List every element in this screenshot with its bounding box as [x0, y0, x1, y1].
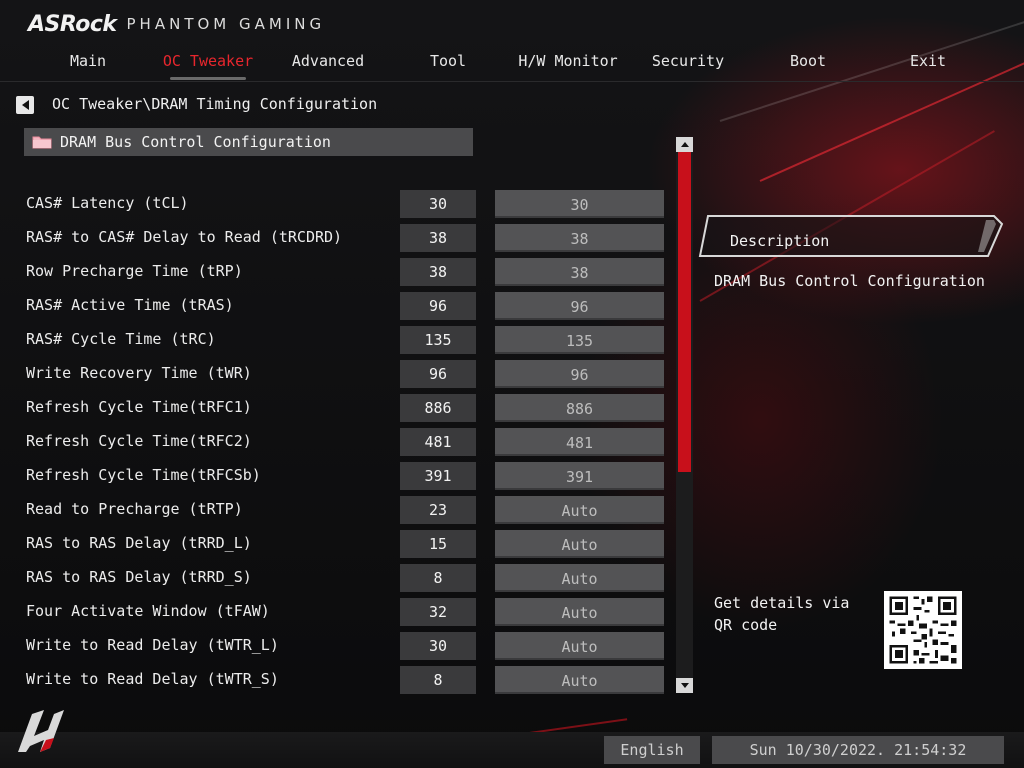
list-item: Write Recovery Time (tWR) 96 96	[0, 360, 680, 390]
list-item: RAS to RAS Delay (tRRD_S) 8 Auto	[0, 564, 680, 594]
folder-icon	[32, 136, 52, 149]
list-item: Read to Precharge (tRTP) 23 Auto	[0, 496, 680, 526]
tab-security[interactable]: Security	[628, 44, 748, 82]
breadcrumb: OC Tweaker\DRAM Timing Configuration	[52, 95, 378, 113]
qr-caption: Get details via QR code	[714, 594, 850, 634]
arrow-down-icon	[680, 683, 689, 688]
tab-boot[interactable]: Boot	[748, 44, 868, 82]
list-item: Write to Read Delay (tWTR_L) 30 Auto	[0, 632, 680, 662]
setting-value[interactable]: Auto	[495, 496, 664, 524]
row-label: Refresh Cycle Time(tRFCSb)	[26, 466, 261, 484]
phantom-gaming-logo-icon	[18, 710, 64, 752]
tab-oc-tweaker[interactable]: OC Tweaker	[148, 44, 268, 82]
setting-value[interactable]: 38	[495, 224, 664, 252]
arrow-up-icon	[680, 142, 689, 147]
current-value: 8	[400, 666, 476, 694]
current-value: 96	[400, 292, 476, 320]
section-dram-bus-control[interactable]: DRAM Bus Control Configuration	[24, 128, 473, 156]
current-value: 15	[400, 530, 476, 558]
current-value: 391	[400, 462, 476, 490]
qr-code-icon	[884, 591, 962, 669]
list-item: Write to Read Delay (tWTR_S) 8 Auto	[0, 666, 680, 696]
top-nav-tabs: Main OC Tweaker Advanced Tool H/W Monito…	[28, 44, 988, 82]
row-label: RAS# to CAS# Delay to Read (tRCDRD)	[26, 228, 343, 246]
setting-value[interactable]: 886	[495, 394, 664, 422]
row-label: Read to Precharge (tRTP)	[26, 500, 243, 518]
current-value: 38	[400, 258, 476, 286]
current-value: 96	[400, 360, 476, 388]
setting-value[interactable]: 30	[495, 190, 664, 218]
current-value: 886	[400, 394, 476, 422]
setting-value[interactable]: 96	[495, 360, 664, 388]
list-item: Four Activate Window (tFAW) 32 Auto	[0, 598, 680, 628]
current-value: 32	[400, 598, 476, 626]
scrollbar-thumb[interactable]	[678, 152, 691, 472]
row-label: RAS# Active Time (tRAS)	[26, 296, 234, 314]
setting-value[interactable]: Auto	[495, 632, 664, 660]
list-item: RAS# Active Time (tRAS) 96 96	[0, 292, 680, 322]
list-item: Refresh Cycle Time(tRFC2) 481 481	[0, 428, 680, 458]
section-label: DRAM Bus Control Configuration	[60, 133, 331, 151]
description-text: DRAM Bus Control Configuration	[714, 272, 985, 290]
row-label: Refresh Cycle Time(tRFC1)	[26, 398, 252, 416]
current-value: 135	[400, 326, 476, 354]
setting-value[interactable]: 38	[495, 258, 664, 286]
row-label: RAS to RAS Delay (tRRD_L)	[26, 534, 252, 552]
list-item: RAS to RAS Delay (tRRD_L) 15 Auto	[0, 530, 680, 560]
header-divider	[0, 81, 1024, 82]
current-value: 481	[400, 428, 476, 456]
tab-exit[interactable]: Exit	[868, 44, 988, 82]
list-item: Row Precharge Time (tRP) 38 38	[0, 258, 680, 288]
arrow-left-icon	[21, 100, 29, 110]
setting-value[interactable]: 135	[495, 326, 664, 354]
setting-value[interactable]: Auto	[495, 564, 664, 592]
tab-tool[interactable]: Tool	[388, 44, 508, 82]
setting-value[interactable]: 481	[495, 428, 664, 456]
tab-advanced[interactable]: Advanced	[268, 44, 388, 82]
list-item: Refresh Cycle Time(tRFC1) 886 886	[0, 394, 680, 424]
datetime-display: Sun 10/30/2022. 21:54:32	[712, 736, 1004, 764]
row-label: Write to Read Delay (tWTR_S)	[26, 670, 279, 688]
setting-value[interactable]: 96	[495, 292, 664, 320]
current-value: 38	[400, 224, 476, 252]
list-item: RAS# Cycle Time (tRC) 135 135	[0, 326, 680, 356]
current-value: 30	[400, 632, 476, 660]
description-title: Description	[730, 232, 830, 250]
row-label: Refresh Cycle Time(tRFC2)	[26, 432, 252, 450]
setting-value[interactable]: 391	[495, 462, 664, 490]
row-label: CAS# Latency (tCL)	[26, 194, 189, 212]
scroll-up-button[interactable]	[676, 137, 693, 152]
product-name: PHANTOM GAMING	[126, 15, 326, 33]
setting-value[interactable]: Auto	[495, 598, 664, 626]
row-label: RAS# Cycle Time (tRC)	[26, 330, 216, 348]
current-value: 8	[400, 564, 476, 592]
brand-logo: ASRock PHANTOM GAMING	[28, 11, 326, 37]
row-label: Write Recovery Time (tWR)	[26, 364, 252, 382]
tab-main[interactable]: Main	[28, 44, 148, 82]
setting-value[interactable]: Auto	[495, 530, 664, 558]
list-item: CAS# Latency (tCL) 30 30	[0, 190, 680, 220]
row-label: Write to Read Delay (tWTR_L)	[26, 636, 279, 654]
setting-value[interactable]: Auto	[495, 666, 664, 694]
language-button[interactable]: English	[604, 736, 700, 764]
row-label: RAS to RAS Delay (tRRD_S)	[26, 568, 252, 586]
brand-name: ASRock	[28, 11, 117, 37]
current-value: 30	[400, 190, 476, 218]
list-item: Refresh Cycle Time(tRFCSb) 391 391	[0, 462, 680, 492]
back-button[interactable]	[16, 96, 34, 114]
tab-hw-monitor[interactable]: H/W Monitor	[508, 44, 628, 82]
row-label: Four Activate Window (tFAW)	[26, 602, 270, 620]
scroll-down-button[interactable]	[676, 678, 693, 693]
row-label: Row Precharge Time (tRP)	[26, 262, 243, 280]
list-item: RAS# to CAS# Delay to Read (tRCDRD) 38 3…	[0, 224, 680, 254]
current-value: 23	[400, 496, 476, 524]
